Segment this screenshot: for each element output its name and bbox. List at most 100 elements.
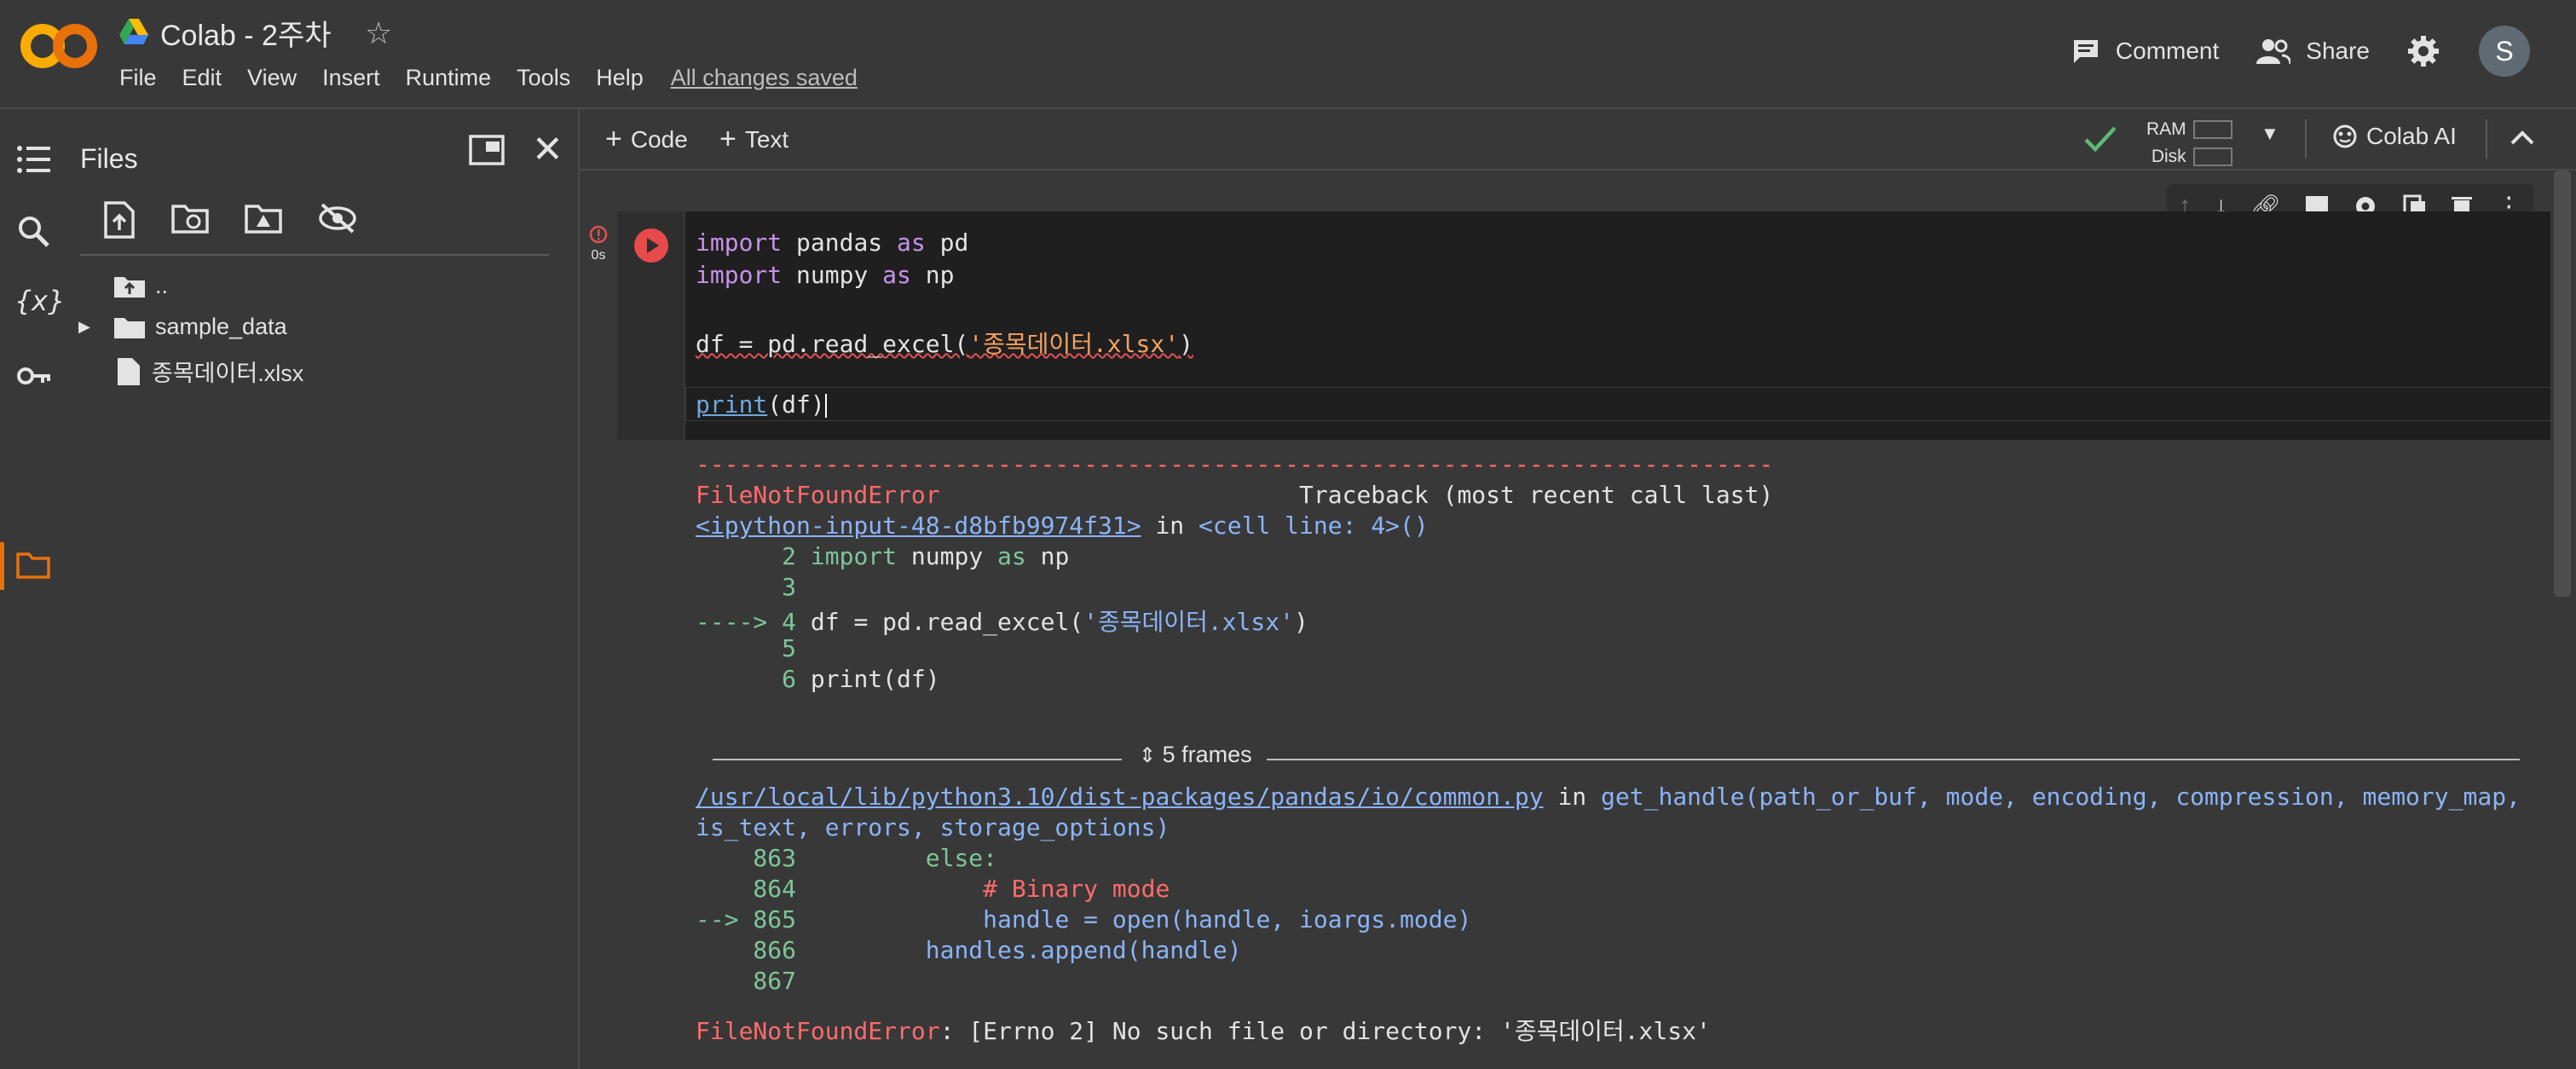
left-rail: {x} bbox=[0, 109, 65, 1069]
tb2-line: 867 bbox=[696, 967, 797, 995]
user-avatar[interactable]: S bbox=[2479, 26, 2530, 77]
tb-line: 6 print(df) bbox=[782, 665, 940, 693]
tb2-line: 864 # Binary mode bbox=[696, 875, 1170, 903]
notebook-toolbar: + Code + Text RAM Disk ▼ Colab AI bbox=[580, 109, 2576, 170]
disk-label: Disk bbox=[2151, 147, 2186, 166]
execution-time: 0s bbox=[591, 248, 606, 263]
open-in-tab-icon[interactable] bbox=[469, 135, 505, 165]
menu-insert[interactable]: Insert bbox=[322, 65, 380, 91]
disk-meter bbox=[2192, 147, 2232, 167]
upload-file-icon[interactable] bbox=[102, 201, 136, 239]
files-divider bbox=[80, 254, 549, 256]
rail-active-indicator bbox=[0, 542, 4, 590]
common-py-link[interactable]: /usr/local/lib/python3.10/dist-packages/… bbox=[696, 783, 1544, 811]
variables-icon[interactable]: {x} bbox=[15, 285, 65, 321]
comment-label: Comment bbox=[2115, 38, 2220, 64]
menu-help[interactable]: Help bbox=[596, 65, 644, 91]
menu-file[interactable]: File bbox=[119, 65, 157, 91]
frame-location: /usr/local/lib/python3.10/dist-packages/… bbox=[696, 783, 2521, 811]
tree-parent-dir[interactable]: .. bbox=[113, 273, 168, 299]
traceback-location: <ipython-input-48-d8bfb9974f31> in <cell… bbox=[696, 511, 1429, 540]
tb2-line-current: --> 865 handle = open(handle, ioargs.mod… bbox=[696, 905, 1472, 933]
collapsed-frames-toggle[interactable]: ⇕ 5 frames bbox=[713, 742, 2520, 776]
resource-meters[interactable]: RAM Disk bbox=[2146, 116, 2232, 170]
menu-view[interactable]: View bbox=[247, 65, 297, 91]
colab-ai-button[interactable]: Colab AI bbox=[2332, 123, 2457, 150]
mount-drive-icon[interactable] bbox=[244, 201, 283, 235]
code-line-1: import pandas as pd bbox=[696, 228, 969, 257]
execution-status: 0s bbox=[588, 225, 609, 263]
share-people-icon bbox=[2256, 39, 2291, 64]
colab-logo[interactable] bbox=[20, 22, 97, 70]
tree-file-xlsx[interactable]: 종목데이터.xlsx bbox=[116, 355, 303, 388]
notebook-scrollbar[interactable] bbox=[2554, 170, 2571, 597]
frames-divider-right bbox=[1267, 759, 2520, 760]
tb-line: 3 bbox=[782, 573, 797, 601]
secrets-key-icon[interactable] bbox=[15, 358, 51, 394]
files-panel: Files ✕ .. ▶ sample_data 종목데이터.xlsx bbox=[65, 109, 580, 1069]
files-toolbar bbox=[102, 201, 358, 239]
menu-edit[interactable]: Edit bbox=[182, 65, 222, 91]
output-dashes: ----------------------------------------… bbox=[696, 450, 1774, 478]
frames-label: 5 frames bbox=[1162, 742, 1252, 767]
unfold-icon: ⇕ bbox=[1139, 744, 1157, 767]
menu-tools[interactable]: Tools bbox=[517, 65, 570, 91]
comment-icon bbox=[2073, 40, 2098, 63]
comment-button[interactable]: Comment bbox=[2071, 38, 2219, 65]
header-actions: Comment Share S bbox=[2071, 26, 2576, 77]
add-code-button[interactable]: + Code bbox=[605, 123, 688, 156]
settings-gear-icon[interactable] bbox=[2407, 35, 2440, 67]
tb-line: 5 bbox=[782, 634, 797, 662]
expand-arrow-icon[interactable]: ▶ bbox=[78, 318, 113, 336]
tb2-line: 863 else: bbox=[696, 844, 998, 872]
add-text-button[interactable]: + Text bbox=[719, 123, 788, 156]
tree-label: 종목데이터.xlsx bbox=[152, 361, 304, 386]
plus-icon: + bbox=[605, 123, 622, 155]
hide-files-eye-icon[interactable] bbox=[317, 201, 358, 235]
tree-folder-sample-data[interactable]: ▶ sample_data bbox=[78, 314, 287, 340]
toolbar-divider bbox=[2486, 119, 2487, 159]
table-of-contents-icon[interactable] bbox=[15, 142, 51, 177]
tree-label: sample_data bbox=[155, 314, 287, 339]
active-line-highlight bbox=[685, 387, 2576, 421]
star-icon[interactable]: ☆ bbox=[365, 15, 392, 51]
notebook-title[interactable]: Colab - 2주차 bbox=[160, 12, 332, 54]
colab-ai-icon bbox=[2333, 124, 2357, 148]
parent-folder-icon bbox=[114, 276, 145, 298]
code-line-2: import numpy as np bbox=[696, 261, 955, 289]
files-panel-title: Files bbox=[80, 143, 138, 174]
error-alert-icon bbox=[589, 225, 608, 244]
final-error-message: FileNotFoundError: [Errno 2] No such fil… bbox=[696, 1017, 1711, 1045]
add-text-label: Text bbox=[744, 125, 789, 153]
code-editor[interactable]: import pandas as pd import numpy as np d… bbox=[685, 211, 2576, 440]
tree-label: .. bbox=[155, 273, 169, 298]
toolbar-divider bbox=[2305, 119, 2307, 159]
collapse-chevron-up-icon[interactable] bbox=[2510, 128, 2535, 147]
runtime-dropdown-icon[interactable]: ▼ bbox=[2261, 123, 2279, 145]
folder-icon bbox=[114, 317, 145, 338]
tb2-line: 866 handles.append(handle) bbox=[696, 936, 1242, 964]
colab-ai-label: Colab AI bbox=[2366, 123, 2457, 149]
menubar: File Edit View Insert Runtime Tools Help… bbox=[119, 65, 858, 91]
plus-icon: + bbox=[719, 123, 736, 155]
tb-line: 2 import numpy as np bbox=[782, 542, 1070, 570]
cell-gutter bbox=[617, 211, 684, 440]
code-cell: import pandas as pd import numpy as np d… bbox=[617, 211, 2576, 440]
run-cell-button[interactable] bbox=[634, 228, 668, 263]
file-icon bbox=[118, 357, 140, 385]
share-button[interactable]: Share bbox=[2256, 38, 2370, 65]
refresh-folder-icon[interactable] bbox=[170, 201, 210, 235]
ram-meter bbox=[2192, 120, 2232, 140]
code-line-4: df = pd.read_excel('종목데이터.xlsx') bbox=[696, 330, 1193, 358]
menu-runtime[interactable]: Runtime bbox=[406, 65, 492, 91]
connected-check-icon bbox=[2084, 126, 2117, 153]
drive-icon[interactable] bbox=[119, 19, 148, 44]
top-header: Colab - 2주차 ☆ File Edit View Insert Runt… bbox=[0, 0, 2576, 109]
search-icon[interactable] bbox=[15, 213, 51, 249]
ram-label: RAM bbox=[2146, 119, 2186, 139]
files-folder-icon[interactable] bbox=[15, 547, 51, 583]
ipython-input-link[interactable]: <ipython-input-48-d8bfb9974f31> bbox=[696, 511, 1141, 540]
frames-label-wrap: ⇕ 5 frames bbox=[1139, 742, 1252, 768]
close-icon[interactable]: ✕ bbox=[532, 128, 563, 171]
save-status-link[interactable]: All changes saved bbox=[671, 65, 858, 91]
